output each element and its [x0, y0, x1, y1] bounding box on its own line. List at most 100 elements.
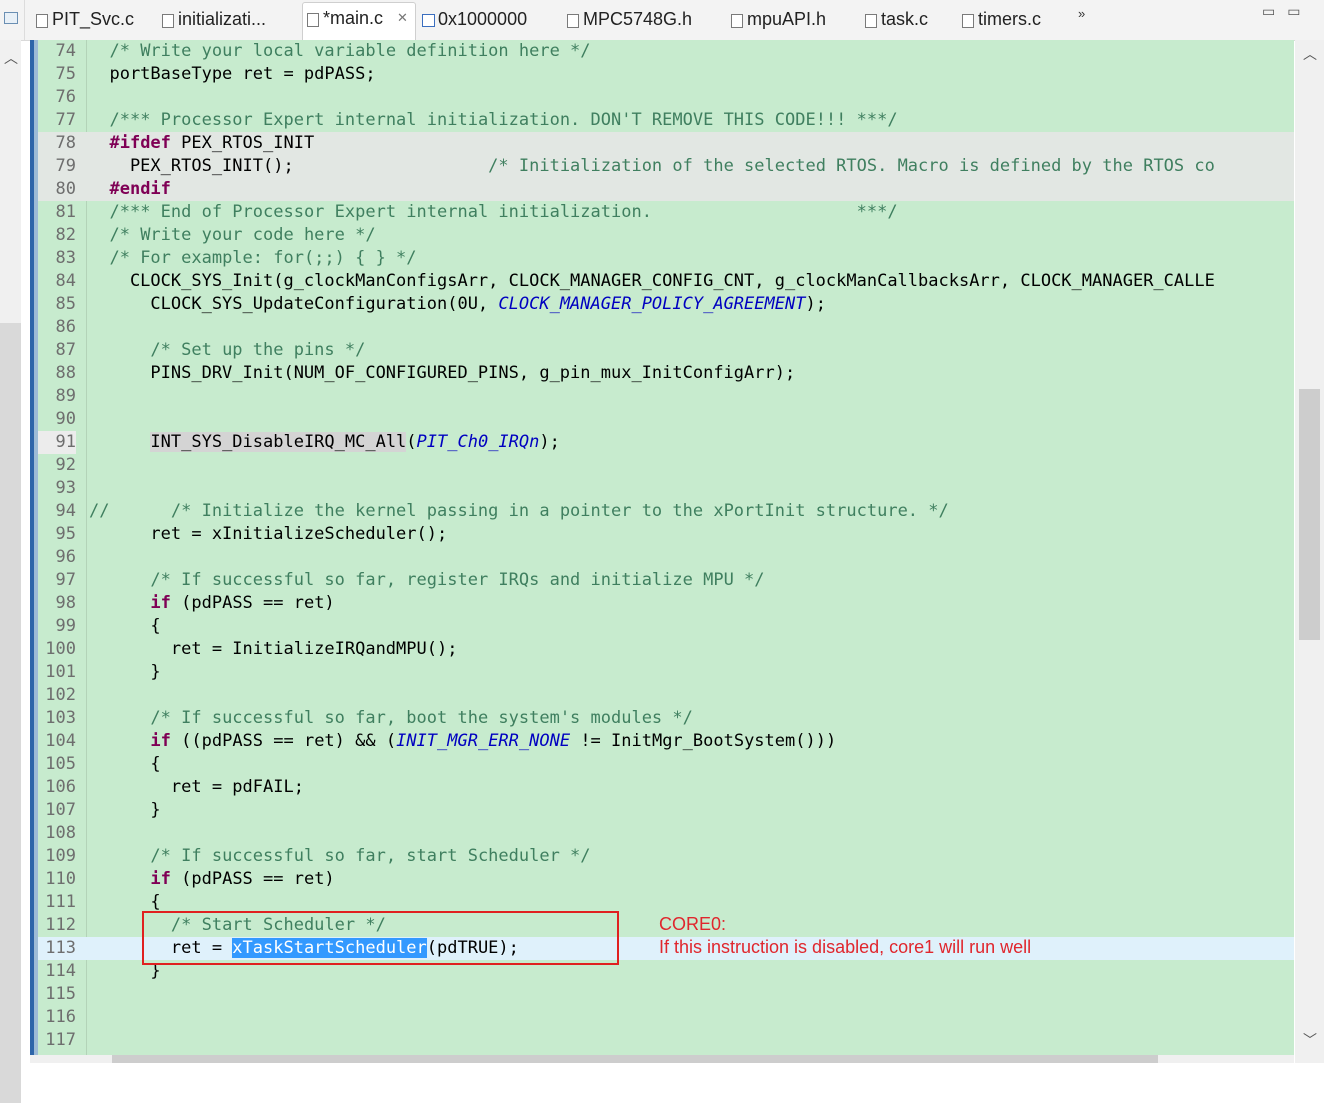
code-line[interactable]: 77 /*** Processor Expert internal initia…: [30, 109, 1294, 132]
code-line[interactable]: 104 if ((pdPASS == ret) && (INIT_MGR_ERR…: [30, 730, 1294, 753]
code-token: #endif: [109, 179, 171, 199]
code-line[interactable]: 85 CLOCK_SYS_UpdateConfiguration(0U, CLO…: [30, 293, 1294, 316]
left-scroll-thumb[interactable]: [0, 323, 21, 1103]
code-text[interactable]: /* If successful so far, boot the system…: [89, 707, 692, 730]
code-text[interactable]: }: [89, 661, 160, 684]
minimize-icon[interactable]: ▭: [1262, 4, 1287, 20]
maximize-icon[interactable]: ▭: [1287, 4, 1312, 20]
code-line[interactable]: 95 ret = xInitializeScheduler();: [30, 523, 1294, 546]
code-line[interactable]: 109 /* If successful so far, start Sched…: [30, 845, 1294, 868]
code-line[interactable]: 99 {: [30, 615, 1294, 638]
code-line[interactable]: 76: [30, 86, 1294, 109]
code-line[interactable]: 110 if (pdPASS == ret): [30, 868, 1294, 891]
code-token: /* Write your code here */: [109, 225, 376, 245]
code-text[interactable]: ret = InitializeIRQandMPU();: [89, 638, 458, 661]
code-line[interactable]: 86: [30, 316, 1294, 339]
horizontal-scrollbar[interactable]: [30, 1055, 1294, 1063]
tab-5[interactable]: mpuAPI.h: [727, 4, 857, 36]
code-token: (pdPASS == ret): [170, 869, 335, 889]
code-line[interactable]: 89: [30, 385, 1294, 408]
code-line[interactable]: 78 #ifdef PEX_RTOS_INIT: [30, 132, 1294, 155]
code-text[interactable]: if ((pdPASS == ret) && (INIT_MGR_ERR_NON…: [89, 730, 836, 753]
tab-label: 0x1000000: [438, 9, 528, 29]
code-line[interactable]: 93: [30, 477, 1294, 500]
code-line[interactable]: 84 CLOCK_SYS_Init(g_clockManConfigsArr, …: [30, 270, 1294, 293]
code-token: INIT_MGR_ERR_NONE: [396, 731, 571, 751]
code-text[interactable]: // /* Initialize the kernel passing in a…: [89, 500, 949, 523]
code-line[interactable]: 82 /* Write your code here */: [30, 224, 1294, 247]
code-line[interactable]: 83 /* For example: for(;;) { } */: [30, 247, 1294, 270]
code-text[interactable]: if (pdPASS == ret): [89, 592, 334, 615]
code-text[interactable]: /* Write your code here */: [89, 224, 376, 247]
code-line[interactable]: 79 PEX_RTOS_INIT(); /* Initialization of…: [30, 155, 1294, 178]
horizontal-scroll-thumb[interactable]: [112, 1055, 1158, 1063]
code-line[interactable]: 90: [30, 408, 1294, 431]
vertical-scroll-thumb[interactable]: [1299, 389, 1320, 640]
code-text[interactable]: #ifdef PEX_RTOS_INIT: [89, 132, 314, 155]
code-text[interactable]: /* Set up the pins */: [89, 339, 365, 362]
tab-2[interactable]: *main.c ✕: [302, 2, 416, 41]
code-line[interactable]: 100 ret = InitializeIRQandMPU();: [30, 638, 1294, 661]
code-text[interactable]: /* If successful so far, register IRQs a…: [89, 569, 764, 592]
vertical-scrollbar[interactable]: ︿ ﹀: [1295, 40, 1324, 1063]
code-line[interactable]: 116: [30, 1006, 1294, 1029]
code-editor[interactable]: 74 /* Write your local variable definiti…: [30, 40, 1294, 1055]
scroll-up-icon[interactable]: ︿: [4, 48, 18, 68]
code-text[interactable]: PEX_RTOS_INIT(); /* Initialization of th…: [89, 155, 1215, 178]
code-text[interactable]: /* If successful so far, start Scheduler…: [89, 845, 590, 868]
code-text[interactable]: CLOCK_SYS_Init(g_clockManConfigsArr, CLO…: [89, 270, 1215, 293]
code-line[interactable]: 81 /*** End of Processor Expert internal…: [30, 201, 1294, 224]
more-tabs-chevron-icon[interactable]: »: [1078, 6, 1085, 21]
code-text[interactable]: {: [89, 615, 160, 638]
code-text[interactable]: portBaseType ret = pdPASS;: [89, 63, 375, 86]
code-text[interactable]: {: [89, 753, 160, 776]
tab-1[interactable]: initializati...: [158, 4, 298, 36]
code-text[interactable]: /*** Processor Expert internal initializ…: [89, 109, 897, 132]
code-line[interactable]: 102: [30, 684, 1294, 707]
code-line[interactable]: 75 portBaseType ret = pdPASS;: [30, 63, 1294, 86]
code-line[interactable]: 88 PINS_DRV_Init(NUM_OF_CONFIGURED_PINS,…: [30, 362, 1294, 385]
code-text[interactable]: PINS_DRV_Init(NUM_OF_CONFIGURED_PINS, g_…: [89, 362, 795, 385]
tab-6[interactable]: task.c: [861, 4, 956, 36]
code-text[interactable]: #endif: [89, 178, 171, 201]
tab-3[interactable]: 0x1000000: [418, 4, 560, 36]
line-number: 96: [55, 547, 76, 567]
code-line[interactable]: 80 #endif: [30, 178, 1294, 201]
code-line[interactable]: 74 /* Write your local variable definiti…: [30, 40, 1294, 63]
code-text[interactable]: if (pdPASS == ret): [89, 868, 335, 891]
code-line[interactable]: 108: [30, 822, 1294, 845]
scroll-up-icon[interactable]: ︿: [1303, 44, 1317, 64]
code-line[interactable]: 106 ret = pdFAIL;: [30, 776, 1294, 799]
close-tab-icon[interactable]: ✕: [397, 11, 408, 26]
code-line[interactable]: 105 {: [30, 753, 1294, 776]
code-line[interactable]: 91 INT_SYS_DisableIRQ_MC_All(PIT_Ch0_IRQ…: [30, 431, 1294, 454]
tab-7[interactable]: timers.c: [958, 4, 1070, 36]
code-text[interactable]: CLOCK_SYS_UpdateConfiguration(0U, CLOCK_…: [89, 293, 826, 316]
code-line[interactable]: 117: [30, 1029, 1294, 1052]
code-text[interactable]: ret = xInitializeScheduler();: [89, 523, 447, 546]
code-line[interactable]: 98 if (pdPASS == ret): [30, 592, 1294, 615]
code-text[interactable]: /* For example: for(;;) { } */: [89, 247, 416, 270]
code-line[interactable]: 94 // /* Initialize the kernel passing in…: [30, 500, 1294, 523]
code-text[interactable]: }: [89, 799, 160, 822]
code-line[interactable]: 101 }: [30, 661, 1294, 684]
view-menu-button[interactable]: [0, 0, 25, 40]
code-line[interactable]: 107 }: [30, 799, 1294, 822]
left-panel-scrollbar[interactable]: ︿: [0, 40, 21, 1103]
code-line[interactable]: 87 /* Set up the pins */: [30, 339, 1294, 362]
code-text[interactable]: INT_SYS_DisableIRQ_MC_All(PIT_Ch0_IRQn);: [89, 431, 560, 454]
code-text[interactable]: /*** End of Processor Expert internal in…: [89, 201, 897, 224]
scroll-down-icon[interactable]: ﹀: [1303, 1030, 1317, 1050]
code-line[interactable]: 115: [30, 983, 1294, 1006]
tab-4[interactable]: MPC5748G.h: [563, 4, 723, 36]
code-line[interactable]: 103 /* If successful so far, boot the sy…: [30, 707, 1294, 730]
code-line[interactable]: 96: [30, 546, 1294, 569]
code-text[interactable]: /* Write your local variable definition …: [89, 40, 590, 63]
tab-0[interactable]: PIT_Svc.c: [32, 4, 154, 36]
code-line[interactable]: 92: [30, 454, 1294, 477]
line-number: 91: [38, 431, 76, 454]
code-text[interactable]: ret = pdFAIL;: [89, 776, 304, 799]
code-line[interactable]: 97 /* If successful so far, register IRQ…: [30, 569, 1294, 592]
